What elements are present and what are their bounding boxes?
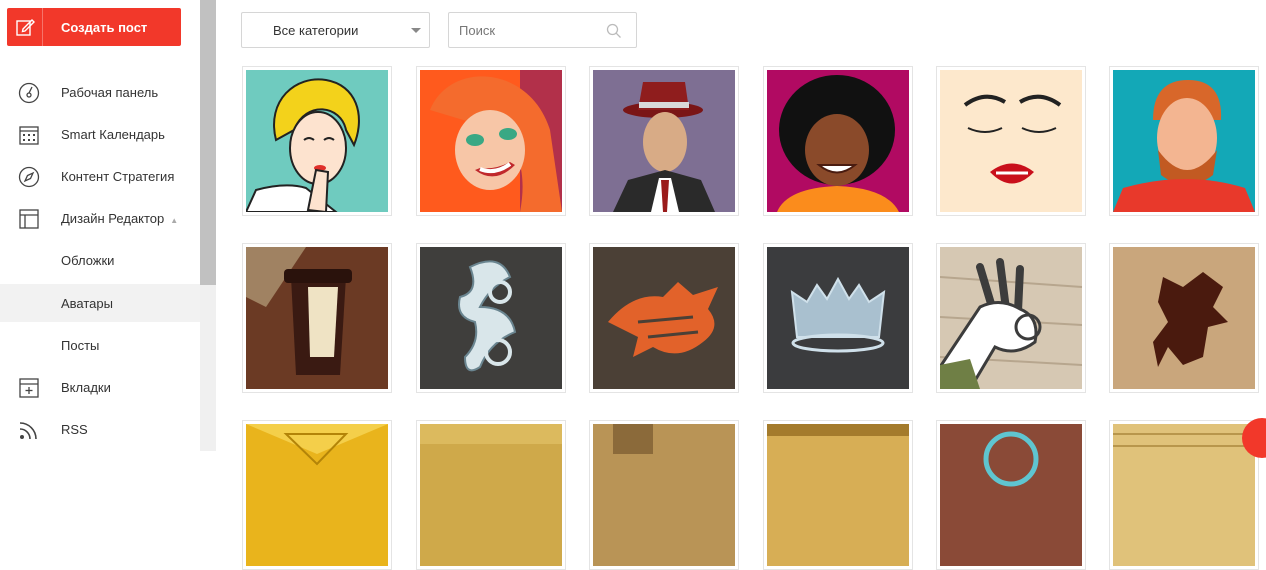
coffee-cup-burlap-image: [246, 247, 388, 389]
calendar-icon: [18, 124, 40, 146]
sidebar-item-label: Рабочая панель: [61, 84, 159, 100]
closed-eyes-red-lips-image: [940, 70, 1082, 212]
avatar-template-tile[interactable]: [242, 420, 392, 570]
layout-icon: [18, 208, 40, 230]
avatar-template-tile[interactable]: [242, 66, 392, 216]
category-select[interactable]: Все категории: [241, 12, 430, 48]
avatar-template-tile[interactable]: [589, 66, 739, 216]
crown-on-dark-metal-image: [767, 247, 909, 389]
category-select-value: Все категории: [273, 22, 359, 38]
gold-rust-texture-image: [593, 424, 735, 566]
sidebar-item-tabs[interactable]: Вкладки: [0, 368, 200, 406]
sidebar-item-avatars[interactable]: Аватары: [0, 284, 200, 322]
avatar-template-tile[interactable]: [1109, 66, 1259, 216]
create-post-button[interactable]: Создать пост: [7, 8, 181, 46]
sidebar-item-label: Smart Календарь: [61, 126, 165, 142]
afro-man-smiling-image: [767, 70, 909, 212]
avatar-template-tile[interactable]: [936, 66, 1086, 216]
tabs-icon: [18, 377, 40, 399]
create-post-label: Создать пост: [61, 19, 148, 35]
gold-wood-image: [767, 424, 909, 566]
main-content: Все категории: [216, 0, 1266, 570]
sidebar-item-label: Контент Стратегия: [61, 168, 175, 184]
gold-texture-image: [420, 424, 562, 566]
avatar-template-tile[interactable]: [242, 243, 392, 393]
compass-icon: [18, 166, 40, 188]
avatar-template-tile[interactable]: [763, 243, 913, 393]
chevron-down-icon: [411, 28, 421, 33]
avatar-template-tile[interactable]: [589, 243, 739, 393]
sidebar-item-label: Обложки: [61, 252, 115, 268]
ginger-bearded-man-image: [1113, 70, 1255, 212]
sidebar-item-label: Вкладки: [61, 379, 111, 395]
edit-icon: [7, 8, 43, 46]
avatar-template-tile[interactable]: [416, 66, 566, 216]
sidebar-item-content-strategy[interactable]: Контент Стратегия: [0, 157, 200, 195]
pop-art-redhead-smiling-image: [420, 70, 562, 212]
avatar-template-tile[interactable]: [936, 243, 1086, 393]
ok-hand-sign-wood-image: [940, 247, 1082, 389]
avatar-template-tile[interactable]: [1109, 243, 1259, 393]
avatar-template-tile[interactable]: [936, 420, 1086, 570]
avatar-template-tile[interactable]: [1109, 420, 1259, 570]
avatar-template-tile[interactable]: [763, 420, 913, 570]
avatar-template-tile[interactable]: [416, 243, 566, 393]
man-in-fedora-image: [593, 70, 735, 212]
sidebar-item-covers[interactable]: Обложки: [0, 241, 200, 279]
search-box: [448, 12, 637, 48]
gold-weave-image: [1113, 424, 1255, 566]
avatar-template-tile[interactable]: [589, 420, 739, 570]
sidebar-item-label: Посты: [61, 337, 100, 353]
sidebar-item-rss[interactable]: RSS: [0, 410, 200, 448]
avatar-template-tile[interactable]: [416, 420, 566, 570]
orange-dragon-rust-image: [593, 247, 735, 389]
rss-icon: [18, 419, 40, 441]
sidebar-item-dashboard[interactable]: Рабочая панель: [0, 73, 200, 111]
silver-ornament-swirl-image: [420, 247, 562, 389]
sidebar-item-posts[interactable]: Посты: [0, 326, 200, 364]
sidebar-item-design-editor[interactable]: Дизайн Редактор ▲: [0, 199, 200, 237]
search-input[interactable]: [459, 22, 599, 38]
gold-geometric-image: [246, 424, 388, 566]
caret-up-icon: ▲: [170, 215, 179, 225]
sidebar-scrollbar-thumb[interactable]: [200, 0, 216, 285]
dragon-silhouette-parchment-image: [1113, 247, 1255, 389]
pop-art-woman-thinking-image: [246, 70, 388, 212]
dashboard-icon: [18, 82, 40, 104]
sidebar-item-label: Дизайн Редактор ▲: [61, 210, 179, 226]
sidebar-item-label: RSS: [61, 421, 88, 437]
avatar-template-tile[interactable]: [763, 66, 913, 216]
sidebar-item-label: Аватары: [61, 295, 113, 311]
sidebar-item-calendar[interactable]: Smart Календарь: [0, 115, 200, 153]
sidebar: Создать пост Рабочая панель Smart Календ…: [0, 0, 200, 451]
brick-wall-badge-image: [940, 424, 1082, 566]
search-icon[interactable]: [606, 23, 622, 42]
